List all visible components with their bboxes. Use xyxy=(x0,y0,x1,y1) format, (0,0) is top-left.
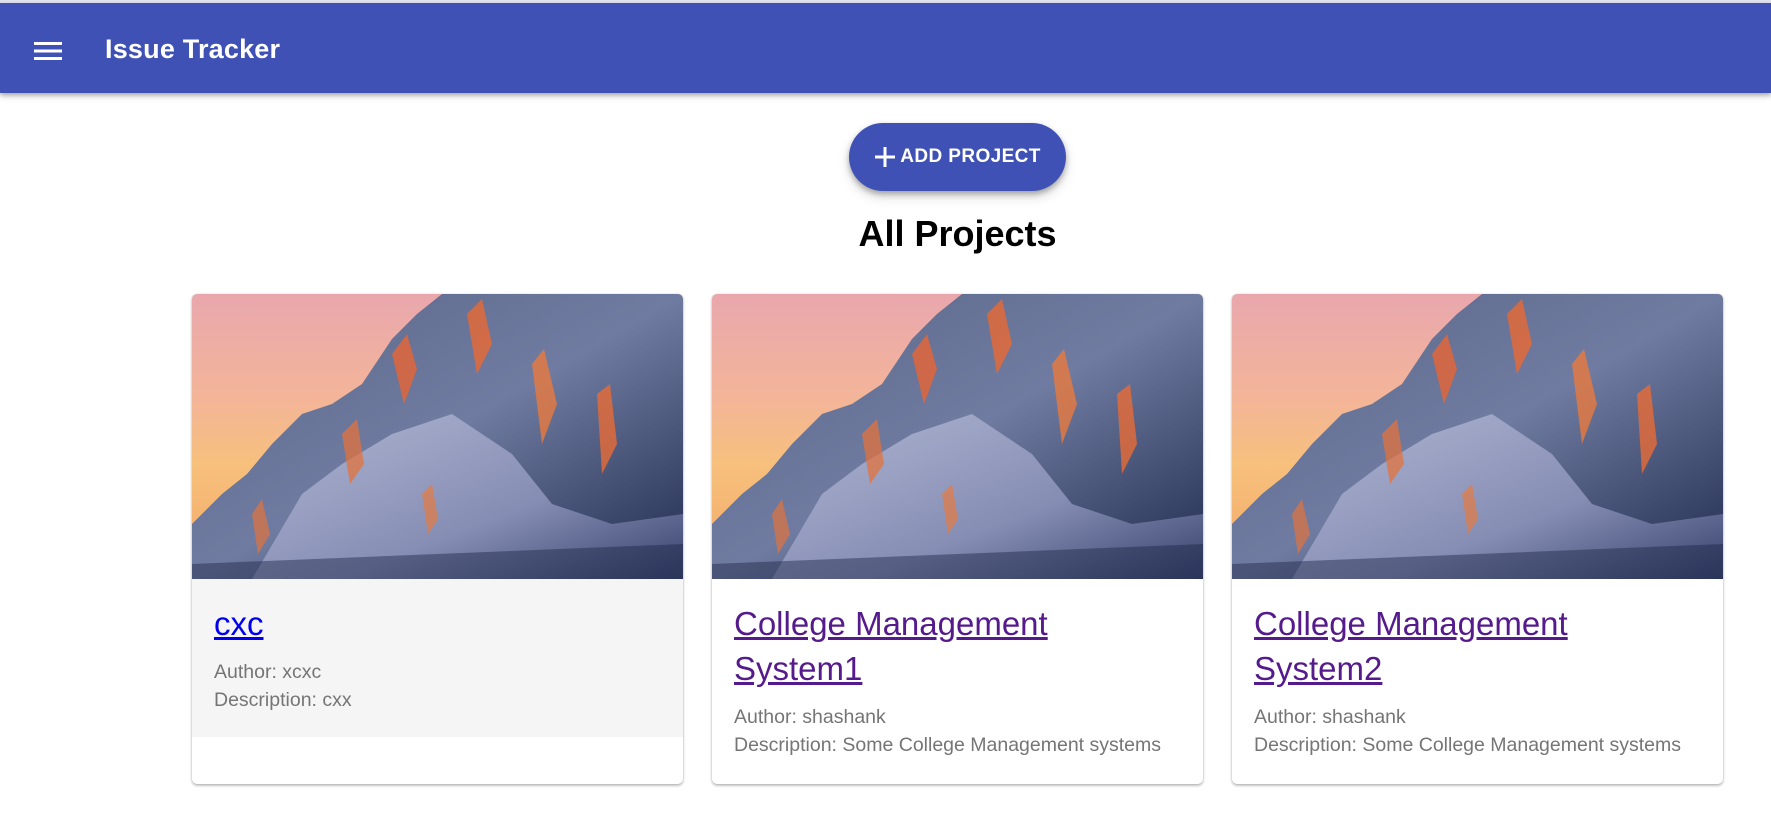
project-image xyxy=(1232,294,1723,579)
project-image xyxy=(712,294,1203,579)
project-card[interactable]: College Management System1 Author: shash… xyxy=(712,294,1203,784)
plus-icon xyxy=(874,146,896,168)
project-author: Author: shashank xyxy=(1254,706,1406,728)
project-description: Description: Some College Management sys… xyxy=(1254,734,1682,756)
project-card-content: College Management System1 Author: shash… xyxy=(712,579,1203,777)
app-bar: Issue Tracker xyxy=(0,3,1771,93)
add-project-label: ADD PROJECT xyxy=(900,146,1041,167)
project-title-link[interactable]: College Management System2 xyxy=(1254,601,1701,691)
project-card-content: College Management System2 Author: shash… xyxy=(1232,579,1723,777)
project-title-link[interactable]: cxc xyxy=(214,601,661,646)
project-card[interactable]: College Management System2 Author: shash… xyxy=(1232,294,1723,784)
app-title: Issue Tracker xyxy=(105,34,281,64)
project-card[interactable]: cxc Author: xcxc Description: cxx xyxy=(192,294,683,784)
project-card-content: cxc Author: xcxc Description: cxx xyxy=(192,579,683,737)
project-title-link[interactable]: College Management System1 xyxy=(734,601,1181,691)
project-description: Description: cxx xyxy=(214,689,352,711)
hamburger-menu-icon[interactable] xyxy=(28,31,68,71)
page-title: All Projects xyxy=(858,213,1057,254)
add-project-button[interactable]: ADD PROJECT xyxy=(849,123,1066,191)
project-description: Description: Some College Management sys… xyxy=(734,734,1162,756)
project-author: Author: shashank xyxy=(734,706,886,728)
project-image xyxy=(192,294,683,579)
project-author: Author: xcxc xyxy=(214,661,322,683)
